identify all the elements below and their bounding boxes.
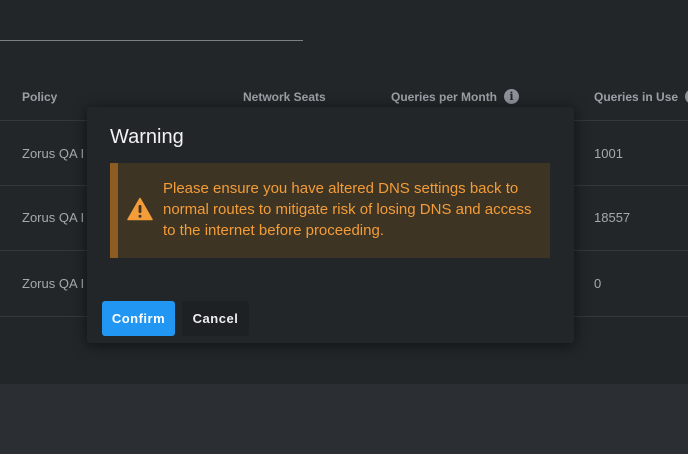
column-header-queries-in-use[interactable]: Queries in Usei <box>594 89 688 105</box>
warning-icon <box>127 197 153 221</box>
column-header-policy-label: Policy <box>22 90 58 104</box>
info-icon[interactable]: i <box>504 89 520 105</box>
table-row-queries-in-use: 1001 <box>594 146 623 161</box>
column-header-network-seats-label: Network Seats <box>243 90 326 104</box>
modal-title: Warning <box>110 126 184 148</box>
warning-alert: Please ensure you have altered DNS setti… <box>110 163 550 258</box>
column-header-queries-per-month[interactable]: Queries per Month i <box>391 89 520 105</box>
column-header-queries-in-use-label: Queries in Use <box>594 90 679 104</box>
table-row-queries-in-use: 0 <box>594 276 602 291</box>
warning-modal: Warning Please ensure you have altered D… <box>87 107 574 343</box>
confirm-button[interactable]: Confirm <box>102 301 175 336</box>
page: Policy Network Seats Queries per Month i … <box>0 0 688 454</box>
column-header-queries-per-month-label: Queries per Month <box>391 90 498 104</box>
footer-area <box>0 384 688 454</box>
warning-message: Please ensure you have altered DNS setti… <box>163 180 532 239</box>
cancel-button[interactable]: Cancel <box>182 301 249 336</box>
table-row-queries-in-use: 18557 <box>594 210 631 225</box>
column-header-network-seats[interactable]: Network Seats <box>243 90 326 104</box>
table-row-policy[interactable]: Zorus QA I <box>22 210 84 225</box>
column-header-policy[interactable]: Policy <box>22 90 57 104</box>
table-row-policy[interactable]: Zorus QA I <box>22 146 84 161</box>
table-row-policy[interactable]: Zorus QA I <box>22 276 84 291</box>
search-input-underline[interactable] <box>0 40 303 41</box>
